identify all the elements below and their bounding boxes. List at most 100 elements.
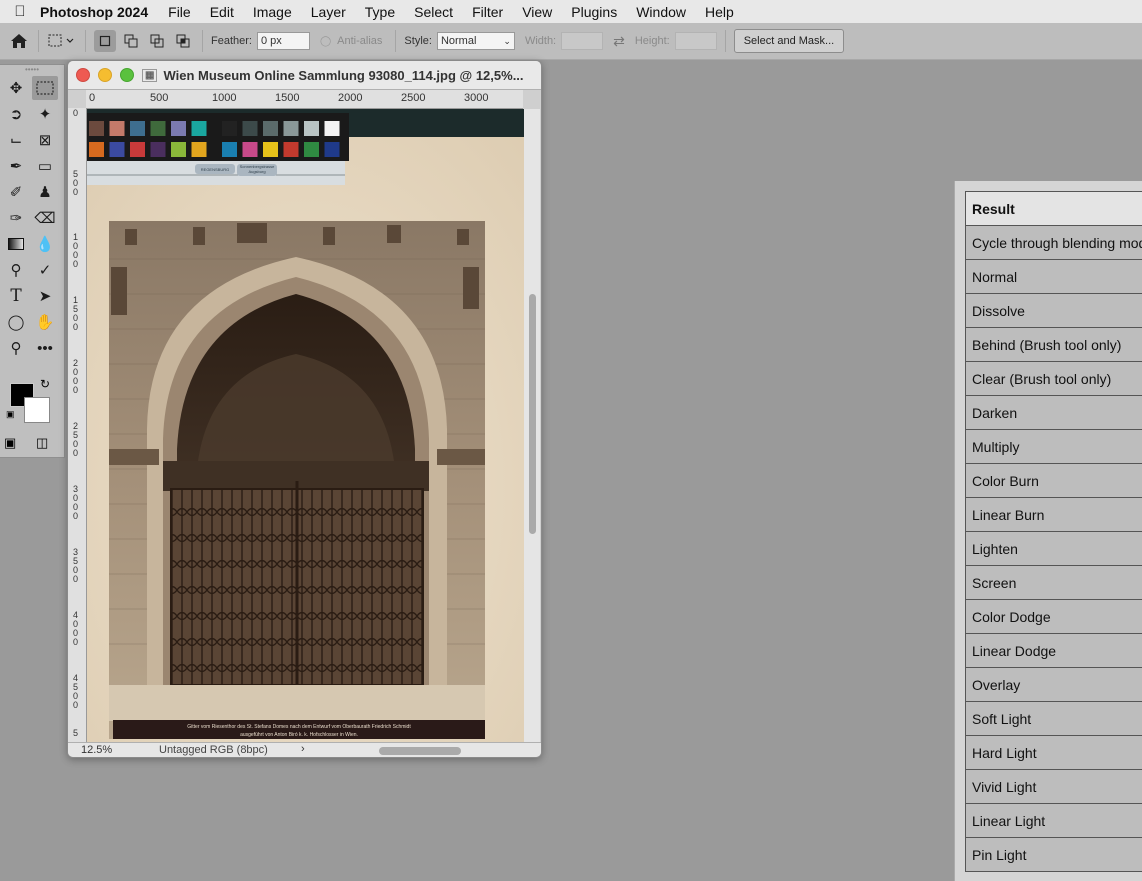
color-swatch — [243, 121, 258, 136]
ruler-label: 4 5 0 0 — [73, 674, 80, 710]
chevron-right-icon[interactable]: › — [301, 743, 305, 755]
height-label: Height: — [635, 35, 670, 47]
width-input[interactable] — [561, 32, 603, 50]
menu-type[interactable]: Type — [365, 4, 395, 20]
menu-help[interactable]: Help — [705, 4, 734, 20]
frame-tool-icon[interactable]: ⊠ — [32, 128, 58, 152]
zoom-window-button[interactable] — [120, 68, 134, 82]
panel-grip[interactable]: ••••• — [0, 65, 64, 75]
rectangular-marquee-tool-icon[interactable] — [32, 76, 58, 100]
gradient-tool-icon[interactable] — [3, 232, 29, 256]
screen-mode-icon[interactable]: ◫ — [36, 435, 48, 451]
menu-file[interactable]: File — [168, 4, 191, 20]
swap-colors-icon[interactable]: ↻ — [40, 377, 50, 391]
menu-image[interactable]: Image — [253, 4, 292, 20]
style-label: Style: — [404, 35, 432, 47]
ruler-label: 3 5 0 0 — [73, 548, 80, 584]
document-status-bar: 12.5% Untagged RGB (8bpc) › — [68, 742, 541, 758]
color-profile[interactable]: Untagged RGB (8bpc) — [159, 744, 268, 756]
color-swatch — [284, 121, 299, 136]
history-brush-tool-icon[interactable]: ✑ — [3, 206, 29, 230]
swap-dimensions-icon[interactable]: ⇄ — [613, 33, 625, 50]
canvas[interactable]: Gitter vom Riesenthor des St. Stefans Do… — [87, 109, 524, 742]
type-tool-icon[interactable]: T — [3, 284, 29, 308]
table-row: Normal — [966, 260, 1142, 294]
ruler-label: 1 0 0 0 — [73, 233, 80, 269]
vertical-ruler[interactable]: 0 5 0 0 1 0 0 0 1 5 0 0 2 0 0 0 2 5 0 0 … — [68, 108, 87, 742]
menu-view[interactable]: View — [522, 4, 552, 20]
horizontal-ruler[interactable]: 0 500 1000 1500 2000 2500 3000 — [86, 90, 523, 109]
table-row: Color Dodge — [966, 600, 1142, 634]
more-tools-icon[interactable]: ••• — [32, 336, 58, 360]
app-name-menu[interactable]: Photoshop 2024 — [40, 4, 148, 20]
menu-select[interactable]: Select — [414, 4, 453, 20]
document-proxy-icon[interactable]: ▦ — [142, 69, 157, 82]
menu-layer[interactable]: Layer — [311, 4, 346, 20]
tools-panel: ••••• ✥ ➲ ✦ ⌙ ⊠ ✒ ▭ ✐ ♟ ✑ ⌫ 💧 ⚲ ✓ T ➤ ◯ — [0, 64, 65, 458]
divider — [202, 30, 203, 52]
table-row: Overlay — [966, 668, 1142, 702]
ruler-strip-tag: REGENSBURG — [201, 167, 229, 172]
color-swatch — [284, 142, 299, 157]
ellipse-tool-icon[interactable]: ◯ — [3, 310, 29, 334]
table-row: Darken — [966, 396, 1142, 430]
new-selection-icon[interactable] — [94, 30, 116, 52]
height-input[interactable] — [675, 32, 717, 50]
apple-icon[interactable]:  — [0, 3, 40, 20]
style-select[interactable]: Normal ⌄ — [437, 32, 515, 50]
zoom-tool-icon[interactable]: ⚲ — [3, 336, 29, 360]
menu-window[interactable]: Window — [636, 4, 686, 20]
home-icon[interactable] — [8, 30, 30, 52]
vertical-scrollbar[interactable] — [524, 109, 540, 742]
path-selection-tool-icon[interactable]: ➤ — [32, 284, 58, 308]
subtract-from-selection-icon[interactable] — [146, 30, 168, 52]
table-row: Behind (Brush tool only) — [966, 328, 1142, 362]
divider — [38, 30, 39, 52]
color-swatch — [304, 121, 319, 136]
style-select-value: Normal — [441, 35, 476, 47]
minimize-window-button[interactable] — [98, 68, 112, 82]
document-title-bar[interactable]: ▦ Wien Museum Online Sammlung 93080_114.… — [68, 61, 541, 90]
antialias-label: Anti-alias — [337, 35, 382, 47]
menu-filter[interactable]: Filter — [472, 4, 503, 20]
add-to-selection-icon[interactable] — [120, 30, 142, 52]
close-window-button[interactable] — [76, 68, 90, 82]
default-colors-icon[interactable]: ▣ — [6, 409, 15, 420]
move-tool-icon[interactable]: ✥ — [3, 76, 29, 100]
color-swatch — [171, 142, 186, 157]
marquee-preset-icon[interactable] — [47, 30, 77, 52]
background-color-swatch[interactable] — [24, 397, 50, 423]
menu-plugins[interactable]: Plugins — [571, 4, 617, 20]
clone-stamp-tool-icon[interactable]: ♟ — [32, 180, 58, 204]
blend-mode-table: Result Cycle through blending modes Norm… — [965, 191, 1142, 872]
blend-mode-table-panel: Result Cycle through blending modes Norm… — [954, 181, 1142, 881]
blur-tool-icon[interactable]: 💧 — [32, 232, 58, 256]
quick-mask-icon[interactable]: ▣ — [4, 435, 16, 451]
zoom-level[interactable]: 12.5% — [81, 744, 112, 756]
width-label: Width: — [525, 35, 556, 47]
table-row: Hard Light — [966, 736, 1142, 770]
hand-tool-icon[interactable]: ✋ — [32, 310, 58, 334]
dodge-tool-icon[interactable]: ⚲ — [3, 258, 29, 282]
pen-tool-icon[interactable]: ✓ — [32, 258, 58, 282]
options-bar: Feather: 0 px ◯ Anti-alias Style: Normal… — [0, 23, 1142, 60]
color-swatch — [325, 142, 340, 157]
ruler-label: 1500 — [275, 92, 299, 104]
horizontal-scrollbar-thumb[interactable] — [379, 747, 461, 755]
crop-tool-icon[interactable]: ⌙ — [3, 128, 29, 152]
feather-label: Feather: — [211, 35, 252, 47]
vertical-scrollbar-thumb[interactable] — [529, 294, 536, 534]
color-swatch — [151, 142, 166, 157]
lasso-tool-icon[interactable]: ➲ — [3, 102, 29, 126]
magic-wand-tool-icon[interactable]: ✦ — [32, 102, 58, 126]
select-and-mask-button[interactable]: Select and Mask... — [734, 29, 845, 53]
brush-tool-icon[interactable]: ✐ — [3, 180, 29, 204]
color-swatch — [89, 142, 104, 157]
antialias-checkbox[interactable]: ◯ — [320, 36, 331, 47]
menu-edit[interactable]: Edit — [210, 4, 234, 20]
healing-brush-tool-icon[interactable]: ▭ — [32, 154, 58, 178]
eyedropper-tool-icon[interactable]: ✒ — [3, 154, 29, 178]
feather-input[interactable]: 0 px — [257, 32, 310, 50]
eraser-tool-icon[interactable]: ⌫ — [32, 206, 58, 230]
intersect-selection-icon[interactable] — [172, 30, 194, 52]
